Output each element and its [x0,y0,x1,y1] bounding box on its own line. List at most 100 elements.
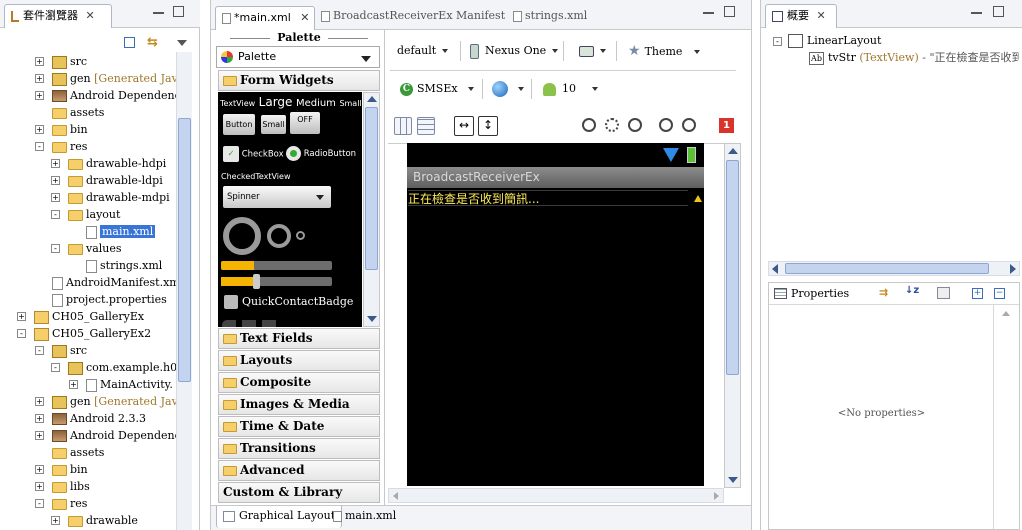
tree-item[interactable]: project.properties [52,291,167,308]
outline-tab[interactable]: 概要 ✕ [765,4,837,28]
widget-seekbar[interactable] [221,274,332,289]
config-selector[interactable]: default [397,40,449,62]
api-selector[interactable]: 10 [543,78,598,100]
scroll-left-icon[interactable] [772,264,778,274]
scroll-left-icon[interactable] [393,492,398,500]
scroll-up-icon[interactable] [1002,311,1010,316]
tree-item[interactable]: + drawable-ldpi [51,172,163,189]
scroll-down-icon[interactable] [367,316,377,322]
tree-item[interactable]: + MainActivity. [69,376,173,393]
expand-icon[interactable]: + [35,465,44,474]
palette-category[interactable]: Text Fields [218,328,380,349]
layout-split-vertical-icon[interactable] [394,117,412,135]
palette-category-form-widgets[interactable]: Form Widgets [218,70,380,91]
error-count-badge[interactable]: 1 [719,118,734,133]
tree-item[interactable]: strings.xml [86,257,162,274]
palette-category[interactable]: Composite [218,372,380,393]
tree-item[interactable]: + Android Dependencie [35,87,176,104]
minimize-icon[interactable] [971,10,982,14]
canvas-hscrollbar[interactable] [388,488,724,503]
palette-category[interactable]: Advanced [218,460,380,481]
expand-icon[interactable]: + [35,431,44,440]
palette-category[interactable]: Layouts [218,350,380,371]
collapse-icon[interactable]: - [773,36,782,46]
widget-progress-large[interactable] [223,217,261,255]
expand-icon[interactable]: + [51,516,60,525]
expand-icon[interactable]: + [35,125,44,134]
widget-progressbar[interactable] [221,261,332,270]
collapse-icon[interactable]: - [51,244,60,253]
sort-alpha-icon[interactable]: ↓z [905,285,919,296]
advanced-properties-icon[interactable] [937,287,950,299]
activity-selector[interactable]: C SMSEx [400,78,474,100]
expand-icon[interactable]: + [51,193,60,202]
widget-progress-small[interactable] [296,231,305,240]
sort-icon[interactable]: ⇉ [879,286,888,299]
maximize-icon[interactable] [173,6,184,17]
scroll-up-icon[interactable] [367,96,377,102]
widget-small-button[interactable]: Small [261,115,286,134]
fill-height-icon[interactable]: ↕ [478,116,498,136]
tree-item[interactable]: - CH05_GalleryEx2 [17,325,151,342]
tree-item[interactable]: + gen [Generated Java F [35,70,176,87]
explorer-scroll-thumb[interactable] [178,118,191,382]
view-menu-icon[interactable] [177,40,187,46]
tree-item[interactable]: AndroidManifest.xml [52,274,176,291]
outline-root[interactable]: - LinearLayout [773,32,881,49]
tab-strings[interactable]: strings.xml [507,6,593,28]
canvas-vscroll-thumb[interactable] [726,160,739,375]
widget-progress-medium[interactable] [267,224,291,248]
device-selector[interactable]: Nexus One [470,40,559,62]
widget-textview[interactable]: TextView [220,99,255,108]
expand-icon[interactable]: + [35,397,44,406]
widget-large[interactable]: Large [259,95,293,109]
tab-xml-source[interactable]: main.xml [327,506,402,528]
palette-scrollbar[interactable] [363,92,380,327]
tree-item[interactable]: + libs [35,478,90,495]
palette-selector[interactable]: Palette [216,46,380,68]
close-icon[interactable]: ✕ [86,9,95,22]
expand-icon[interactable]: + [51,159,60,168]
widget-medium[interactable]: Medium [296,98,336,109]
tree-item[interactable]: + drawable [51,512,138,529]
orientation-selector[interactable] [579,40,606,62]
tree-item[interactable]: - com.example.h05 [51,359,176,376]
collapse-icon[interactable]: - [35,346,44,355]
zoom-100-icon[interactable] [628,118,642,132]
close-icon[interactable]: ✕ [300,11,309,24]
zoom-fit-icon[interactable] [582,118,596,132]
expand-icon[interactable]: + [35,482,44,491]
widget-small[interactable]: Small [339,99,361,108]
close-icon[interactable]: ✕ [817,9,826,22]
tree-item[interactable]: main.xml [86,223,156,240]
tab-graphical-layout[interactable]: Graphical Layout [216,506,343,528]
link-with-editor-icon[interactable]: ⇆ [147,35,158,50]
tree-item[interactable]: assets [52,444,104,461]
tree-item[interactable]: + CH05_GalleryEx [17,308,144,325]
zoom-real-icon[interactable] [605,118,619,132]
tree-item[interactable]: - res [35,138,87,155]
canvas-vscrollbar[interactable] [724,143,741,488]
outline-hscrollbar[interactable] [768,261,1020,276]
palette-category[interactable]: Images & Media [218,394,380,415]
zoom-in-icon[interactable] [682,118,696,132]
expand-icon[interactable]: + [35,74,44,83]
collapse-icon[interactable]: - [35,499,44,508]
tree-item[interactable]: + Android Dependencie [35,427,176,444]
scroll-up-icon[interactable] [728,148,738,154]
tab-main-xml[interactable]: *main.xml ✕ [215,6,315,30]
widget-quickcontactbadge[interactable]: QuickContactBadge [224,295,353,309]
tree-item[interactable]: assets [52,104,104,121]
widget-button[interactable]: Button [223,114,255,135]
expand-icon[interactable]: + [17,312,26,321]
widget-checkbox[interactable]: ✓ CheckBox [223,146,284,163]
minimize-icon[interactable] [703,10,714,14]
package-explorer-tab[interactable]: 套件瀏覽器 ✕ [4,4,112,28]
seekbar-thumb[interactable] [253,274,260,289]
outline-child[interactable]: Ab tvStr (TextView) - "正在檢查是否收到 [809,49,1019,66]
textview-content[interactable]: 正在檢查是否收到簡訊... [408,190,688,206]
expand-icon[interactable]: + [51,176,60,185]
widget-radiobutton[interactable]: RadioButton [286,146,356,162]
expand-icon[interactable]: + [35,91,44,100]
zoom-out-icon[interactable] [659,118,673,132]
